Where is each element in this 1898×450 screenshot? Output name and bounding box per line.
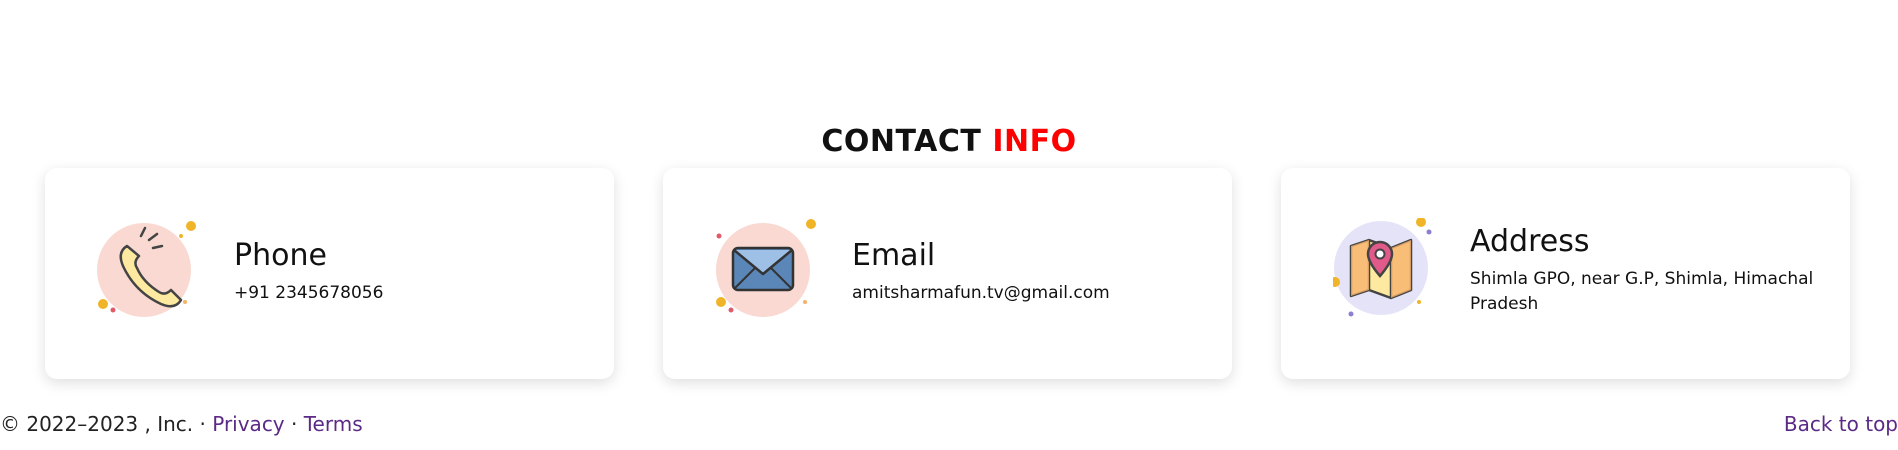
phone-text: Phone +91 2345678056 — [234, 238, 594, 306]
privacy-link[interactable]: Privacy — [212, 412, 284, 436]
title-accent: INFO — [992, 124, 1077, 159]
envelope-icon — [715, 218, 825, 328]
phone-label: Phone — [234, 238, 327, 273]
footer-separator: · — [291, 412, 298, 436]
terms-link[interactable]: Terms — [304, 412, 363, 436]
address-text: Address Shimla GPO, near G.P, Shimla, Hi… — [1470, 224, 1820, 317]
phone-card: Phone +91 2345678056 — [45, 168, 614, 379]
address-value: Shimla GPO, near G.P, Shimla, Himachal P… — [1470, 269, 1814, 314]
email-card: Email amitsharmafun.tv@gmail.com — [663, 168, 1232, 379]
back-to-top-link[interactable]: Back to top — [1784, 412, 1898, 436]
footer-copyright: © 2022–2023 , Inc. · Privacy · Terms — [0, 412, 363, 436]
email-text: Email amitsharmafun.tv@gmail.com — [852, 238, 1212, 306]
email-value: amitsharmafun.tv@gmail.com — [852, 283, 1110, 303]
title-main: CONTACT — [821, 124, 982, 159]
map-pin-icon — [1333, 218, 1443, 328]
address-label: Address — [1470, 224, 1590, 259]
copyright-text: © 2022–2023 , Inc. · — [0, 412, 206, 436]
phone-icon — [97, 218, 207, 328]
email-label: Email — [852, 238, 936, 273]
address-card: Address Shimla GPO, near G.P, Shimla, Hi… — [1281, 168, 1850, 379]
phone-value: +91 2345678056 — [234, 283, 384, 303]
section-title: CONTACT INFO — [0, 124, 1898, 159]
